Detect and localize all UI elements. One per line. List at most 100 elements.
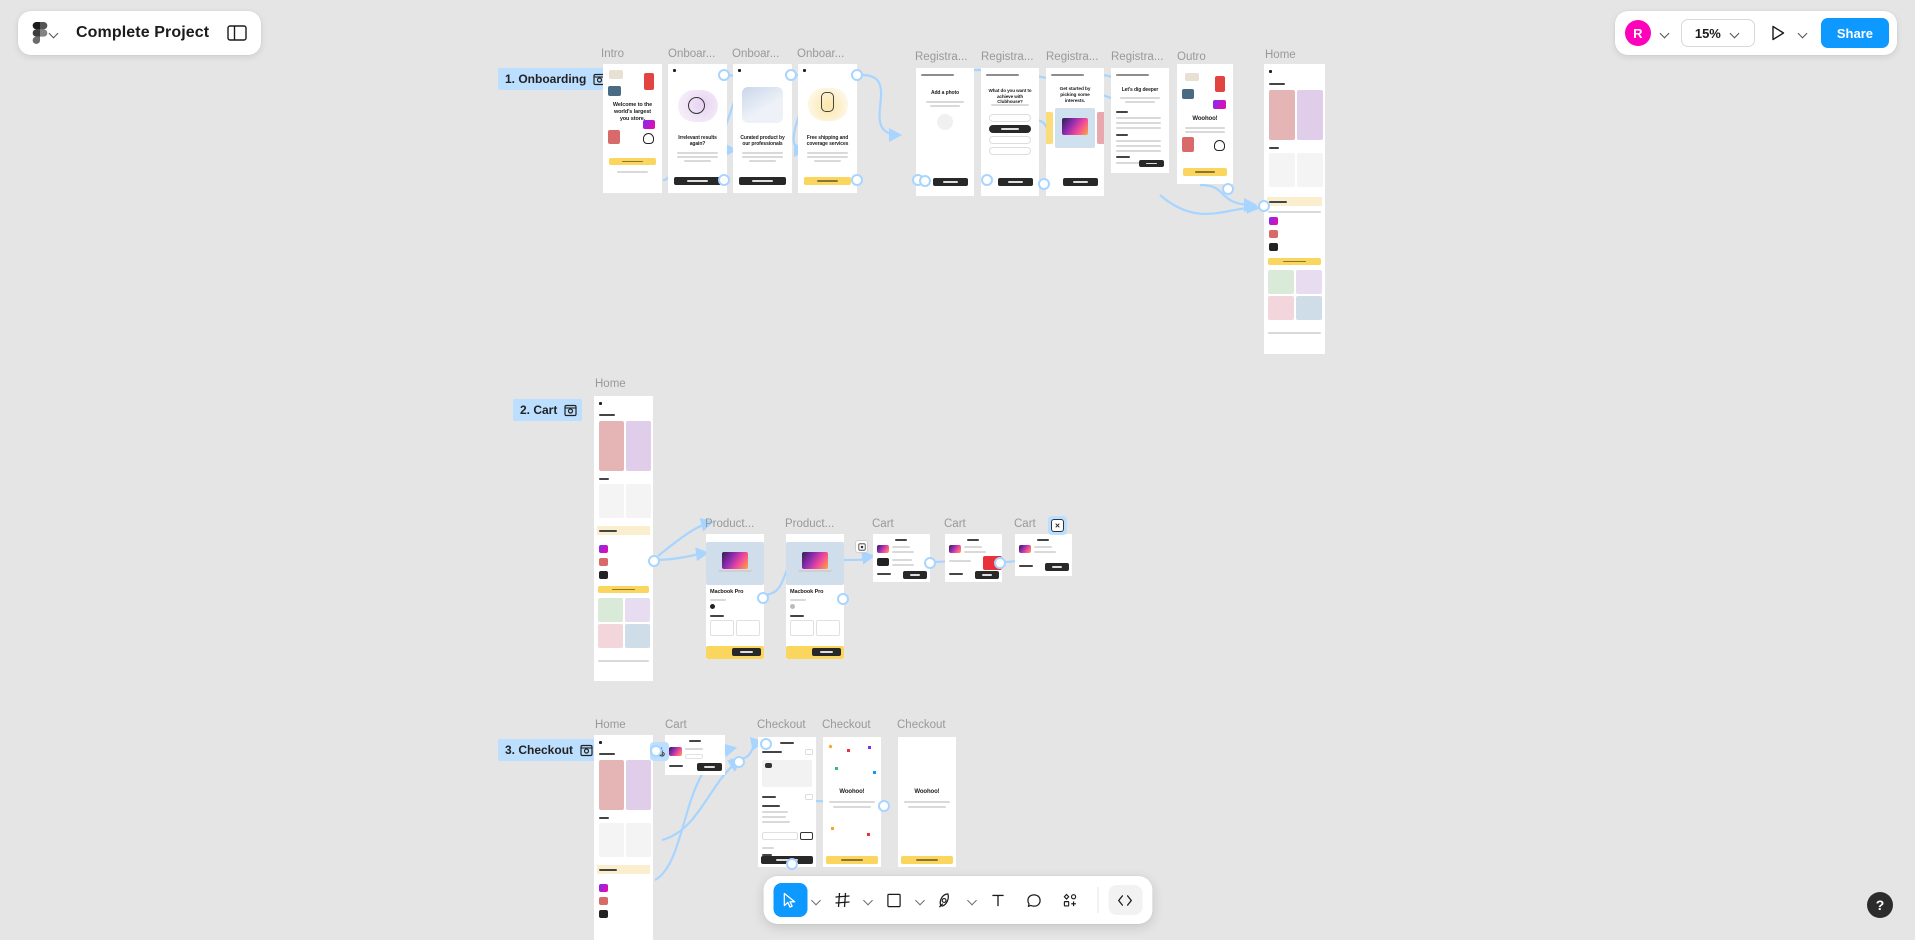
category-tile[interactable] — [625, 624, 650, 648]
category-tile[interactable] — [1296, 296, 1322, 320]
product-card-headphones[interactable] — [599, 484, 624, 518]
product-card-phone[interactable] — [599, 760, 624, 810]
product-card-book[interactable] — [626, 484, 651, 518]
prototype-hotspot[interactable] — [1038, 178, 1050, 190]
interest-card-right[interactable] — [1097, 112, 1104, 144]
frame-label[interactable]: Registra... — [981, 51, 1033, 63]
frame-label[interactable]: Home — [595, 378, 626, 390]
option-2-selected[interactable] — [989, 125, 1031, 133]
frame-product-1[interactable]: Macbook Pro — [706, 534, 764, 659]
move-tool[interactable] — [773, 883, 807, 917]
chevron-down-icon[interactable] — [48, 27, 60, 39]
prototype-hotspot[interactable] — [718, 69, 730, 81]
cart-1-cta[interactable] — [903, 571, 927, 579]
share-button[interactable]: Share — [1820, 18, 1889, 48]
onboarding-3-cta[interactable] — [804, 177, 851, 185]
prototype-hotspot[interactable] — [718, 174, 730, 186]
outro-cta[interactable] — [1183, 168, 1227, 176]
frame-label[interactable]: Intro — [601, 48, 624, 60]
avatar-chevron-down-icon[interactable] — [1659, 27, 1671, 39]
registration-4-cta[interactable] — [1139, 160, 1164, 167]
shape-tool-chevron[interactable] — [913, 883, 927, 917]
prototype-badge[interactable] — [855, 540, 868, 553]
section-tag-onboarding[interactable]: 1. Onboarding — [498, 68, 612, 90]
frame-label[interactable]: Registra... — [1046, 51, 1098, 63]
product-card-phone[interactable] — [1269, 90, 1295, 140]
frame-label[interactable]: Onboar... — [668, 48, 715, 60]
registration-1-cta[interactable] — [933, 178, 968, 186]
frame-label[interactable]: Checkout — [757, 719, 806, 731]
shape-tool[interactable] — [877, 883, 911, 917]
frame-cart-3[interactable] — [1015, 534, 1072, 576]
frame-registration-4[interactable]: Let's dig deeper — [1111, 68, 1169, 173]
frame-checkout-3[interactable]: Woohoo! — [898, 737, 956, 867]
edit-payment-button[interactable] — [805, 749, 813, 755]
frame-label[interactable]: Outro — [1177, 51, 1206, 63]
frame-outro[interactable]: Woohoo! — [1177, 64, 1233, 184]
frame-onboarding-3[interactable]: Free shipping and coverage services — [798, 64, 857, 193]
product-card-book[interactable] — [626, 823, 651, 857]
play-icon[interactable] — [1769, 24, 1787, 42]
frame-label[interactable]: Checkout — [897, 719, 946, 731]
frame-label[interactable]: Onboar... — [797, 48, 844, 60]
frame-label[interactable]: Registra... — [915, 51, 967, 63]
product-card-headphones[interactable] — [599, 823, 624, 857]
registration-3-cta[interactable] — [1063, 178, 1098, 186]
frame-label[interactable]: Cart — [1014, 518, 1036, 530]
view-all-button[interactable] — [598, 586, 649, 593]
category-tile[interactable] — [1268, 296, 1294, 320]
onboarding-1-cta[interactable] — [674, 177, 721, 185]
onboarding-2-cta[interactable] — [739, 177, 786, 185]
avatar-placeholder[interactable] — [937, 114, 953, 130]
prototype-hotspot[interactable] — [851, 174, 863, 186]
prototype-hotspot[interactable] — [837, 593, 849, 605]
actions-tool[interactable] — [1053, 883, 1087, 917]
category-tile[interactable] — [598, 598, 623, 622]
frame-tool-chevron[interactable] — [861, 883, 875, 917]
cart-row3-cta[interactable] — [697, 763, 722, 771]
product-card-sunglasses[interactable] — [626, 421, 651, 471]
frame-label[interactable]: Onboar... — [732, 48, 779, 60]
product-card-sunglasses[interactable] — [626, 760, 651, 810]
comment-tool[interactable] — [1017, 883, 1051, 917]
text-tool[interactable] — [981, 883, 1015, 917]
prototype-badge-selected[interactable] — [1048, 516, 1067, 535]
intro-cta[interactable] — [609, 158, 656, 165]
move-tool-chevron[interactable] — [809, 883, 823, 917]
cart-3-cta[interactable] — [1045, 563, 1069, 571]
zoom-control[interactable]: 15% — [1680, 19, 1755, 47]
interest-card-left[interactable] — [1046, 112, 1053, 144]
frame-tool[interactable] — [825, 883, 859, 917]
registration-2-cta[interactable] — [998, 178, 1033, 186]
category-tile[interactable] — [625, 598, 650, 622]
section-prototype-icon[interactable] — [580, 744, 593, 757]
frame-cart-row3[interactable] — [665, 735, 725, 775]
prototype-hotspot[interactable] — [650, 745, 662, 757]
prototype-hotspot[interactable] — [924, 557, 936, 569]
frame-checkout-2[interactable]: Woohoo! — [823, 737, 881, 867]
prototype-hotspot[interactable] — [733, 756, 745, 768]
category-tile[interactable] — [598, 624, 623, 648]
frame-label[interactable]: Product... — [705, 518, 754, 530]
view-all-button[interactable] — [1268, 258, 1321, 265]
frame-label[interactable]: Cart — [944, 518, 966, 530]
product-card-headphones[interactable] — [1269, 153, 1295, 187]
pen-tool-chevron[interactable] — [965, 883, 979, 917]
frame-label[interactable]: Cart — [665, 719, 687, 731]
product-1-cta[interactable] — [732, 648, 761, 656]
product-card-book[interactable] — [1297, 153, 1323, 187]
prototype-hotspot[interactable] — [757, 592, 769, 604]
product-card-sunglasses[interactable] — [1297, 90, 1323, 140]
design-canvas[interactable]: 1. Onboarding Intro Onboar... Onboar... … — [0, 0, 1915, 940]
frame-cart-1[interactable] — [873, 534, 930, 582]
checkout-2-cta[interactable] — [826, 856, 878, 864]
apply-promo-button[interactable] — [800, 832, 813, 840]
qty-stepper[interactable] — [685, 754, 703, 759]
section-prototype-icon[interactable] — [564, 404, 577, 417]
frame-onboarding-1[interactable]: Irrelevant results again? — [668, 64, 727, 193]
option-4[interactable] — [989, 147, 1031, 155]
prototype-hotspot[interactable] — [760, 738, 772, 750]
frame-label[interactable]: Home — [595, 719, 626, 731]
cart-2-cta[interactable] — [975, 571, 999, 579]
section-tag-checkout[interactable]: 3. Checkout — [498, 739, 599, 761]
